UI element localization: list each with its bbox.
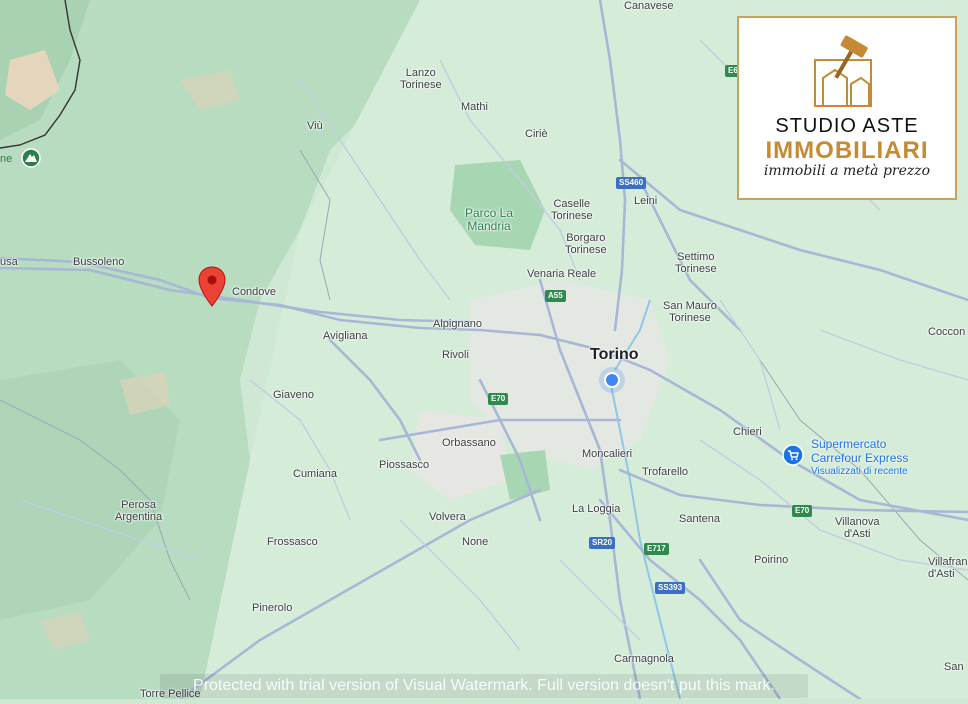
road-shield: A55 — [545, 290, 566, 302]
town-label: Caselle Torinese — [551, 198, 593, 222]
town-label: Villanova d'Asti — [835, 516, 880, 540]
shopping-cart-icon[interactable] — [782, 444, 804, 466]
town-label: Borgaro Torinese — [565, 232, 607, 256]
town-label: Poirino — [754, 554, 789, 566]
town-label: Avigliana — [323, 330, 368, 342]
poi-label[interactable]: Supermercato Carrefour Express — [811, 437, 908, 465]
trail-label: ne — [0, 153, 13, 165]
town-label: Alpignano — [433, 318, 482, 330]
town-label: Frossasco — [267, 536, 318, 548]
town-label: Orbassano — [442, 437, 496, 449]
town-label: Perosa Argentina — [115, 499, 163, 523]
town-label: Venaria Reale — [527, 268, 597, 280]
town-label: Ciriè — [525, 128, 548, 140]
town-label: Santena — [679, 513, 720, 525]
town-label: Lanzo Torinese — [400, 67, 442, 91]
town-label: Pinerolo — [252, 602, 293, 614]
road-shield: SS460 — [616, 177, 647, 189]
town-label: Coccon — [928, 326, 966, 338]
logo-tagline: immobili a metà prezzo — [763, 163, 931, 179]
road-shield: SS393 — [655, 582, 686, 594]
town-label: Chieri — [733, 426, 762, 438]
town-label: Rivoli — [442, 349, 469, 361]
town-label: Carmagnola — [614, 653, 674, 665]
town-label: Villafran d'Asti — [928, 556, 968, 580]
town-label: Piossasco — [379, 459, 430, 471]
town-label: None — [462, 536, 489, 548]
logo-line2: IMMOBILIARI — [765, 137, 929, 164]
town-label: Bussoleno — [73, 256, 125, 268]
town-label: San — [944, 661, 964, 673]
city-label: Torino — [590, 346, 639, 363]
watermark-banner: Protected with trial version of Visual W… — [160, 674, 808, 698]
road-shield: E717 — [644, 543, 669, 555]
studio-aste-logo: STUDIO ASTE IMMOBILIARI immobili a metà … — [737, 16, 957, 200]
town-label: Trofarello — [642, 466, 689, 478]
town-label: La Loggia — [572, 503, 621, 515]
town-label: Moncalieri — [582, 448, 633, 460]
town-label: Condove — [232, 286, 277, 298]
gavel-house-icon — [814, 35, 872, 107]
town-label: Canavese — [624, 0, 674, 12]
location-dot-icon[interactable] — [604, 372, 620, 388]
road-shield: E70 — [488, 393, 509, 405]
road-shield: SR20 — [589, 537, 616, 549]
park-label: Parco La Mandria — [465, 206, 514, 233]
logo-line1: STUDIO ASTE — [775, 115, 919, 137]
town-label: Giaveno — [273, 389, 314, 401]
town-label: Settimo Torinese — [675, 251, 717, 275]
poi-subtitle: Visualizzati di recente — [811, 466, 908, 477]
town-label: Leini — [634, 195, 658, 207]
town-label: Volvera — [429, 511, 466, 523]
town-label: Mathi — [461, 101, 488, 113]
trail-icon[interactable] — [21, 148, 41, 168]
map-pin-icon[interactable] — [198, 266, 226, 308]
road-shield: E70 — [792, 505, 813, 517]
town-label: Viù — [307, 120, 323, 132]
town-label: Cumiana — [293, 468, 338, 480]
town-label: San Mauro Torinese — [663, 300, 717, 324]
town-label: usa — [0, 256, 18, 268]
